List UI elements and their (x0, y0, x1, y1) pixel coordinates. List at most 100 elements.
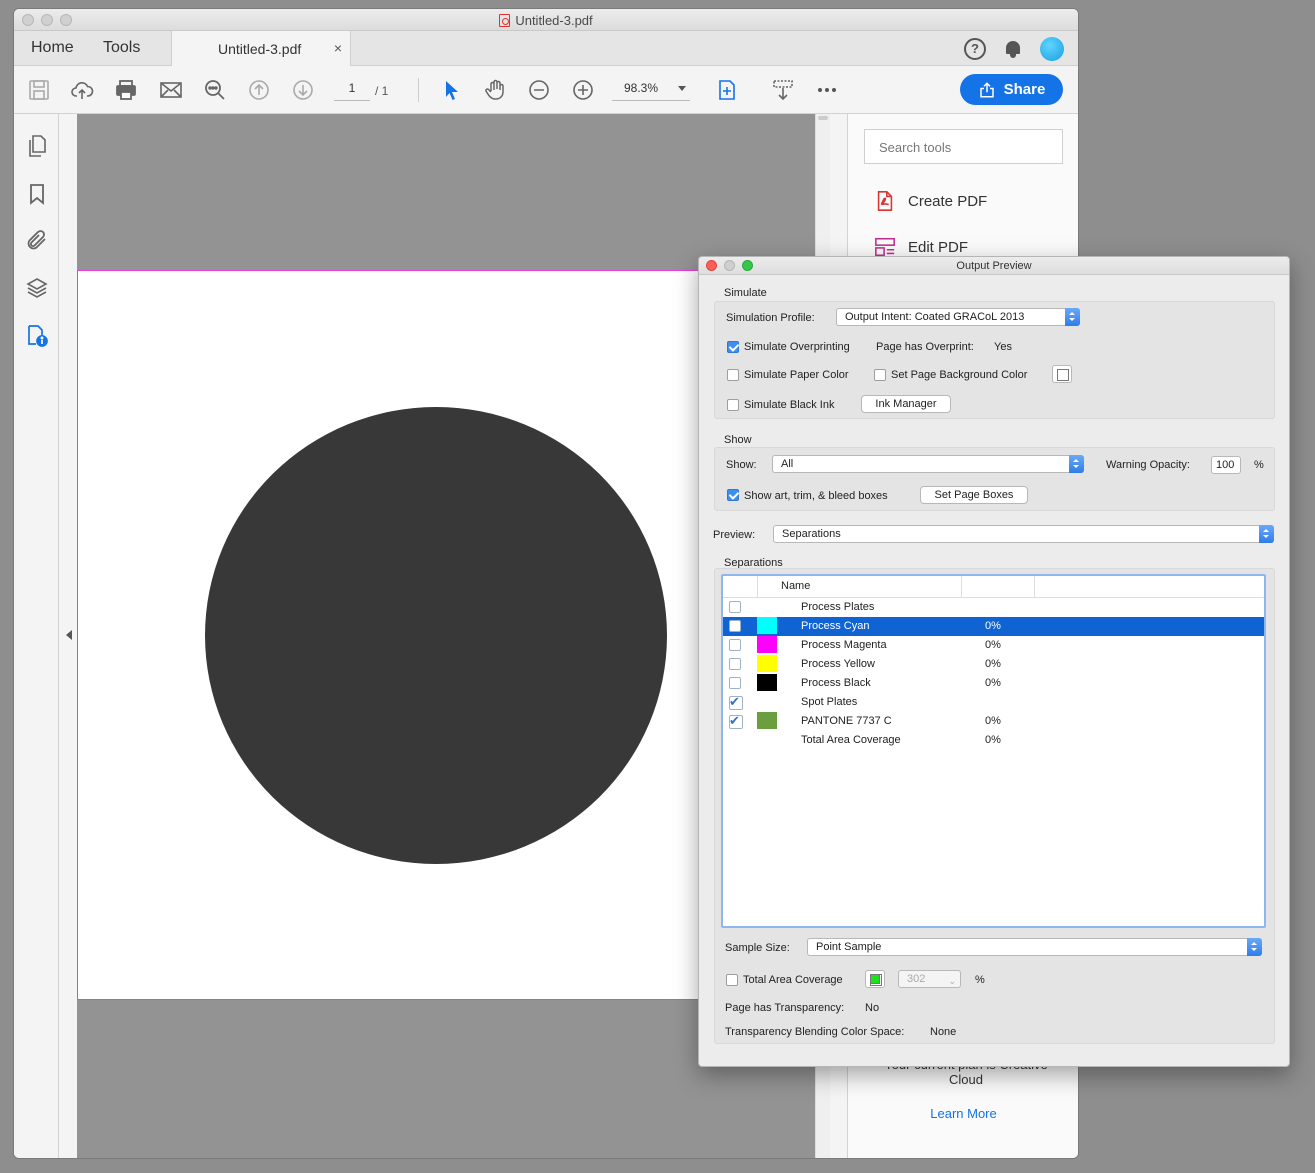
preview-select[interactable]: Separations (773, 525, 1274, 543)
layers-icon[interactable] (25, 276, 49, 300)
separation-coverage-percent: 0% (985, 715, 1001, 727)
notifications-bell-icon[interactable] (1004, 39, 1022, 59)
warning-opacity-input[interactable]: 100 (1211, 456, 1241, 474)
tab-home[interactable]: Home (31, 39, 74, 57)
separation-row[interactable]: Total Area Coverage 0% (723, 731, 1264, 750)
attachments-paperclip-icon[interactable] (25, 228, 49, 252)
next-page-icon[interactable] (291, 78, 315, 102)
separation-color-swatch (757, 617, 777, 634)
show-section-label: Show (724, 434, 752, 446)
separation-row[interactable]: Process Cyan 0% (723, 617, 1264, 636)
separation-row[interactable]: Process Magenta 0% (723, 636, 1264, 655)
dark-circle-artwork (205, 407, 667, 864)
page-number-input[interactable]: 1 (334, 81, 370, 101)
page-background-color-swatch[interactable] (1052, 365, 1072, 383)
tab-document[interactable]: Untitled-3.pdf × (171, 31, 351, 66)
separation-checkbox[interactable] (729, 658, 741, 670)
page-thumbnails-icon[interactable] (25, 134, 49, 158)
dialog-close-button[interactable] (706, 260, 717, 271)
select-stepper-icon (1247, 938, 1262, 956)
separation-name: Process Cyan (801, 620, 870, 632)
more-options-icon[interactable] (815, 78, 839, 102)
sample-size-select[interactable]: Point Sample (807, 938, 1262, 956)
checkmark-icon: ✔ (729, 694, 740, 709)
separation-color-swatch (757, 674, 777, 691)
previous-page-icon[interactable] (247, 78, 271, 102)
find-text-icon[interactable] (203, 78, 227, 102)
separation-row[interactable]: Process Black 0% (723, 674, 1264, 693)
show-boxes-checkbox[interactable] (727, 489, 739, 501)
learn-more-link[interactable]: Learn More (848, 1106, 1078, 1121)
dialog-zoom-button[interactable] (742, 260, 753, 271)
total-area-coverage-swatch[interactable] (865, 970, 885, 988)
simulation-profile-label: Simulation Profile: (726, 312, 815, 324)
scrollbar-thumb[interactable] (818, 116, 828, 120)
dialog-minimize-button[interactable] (724, 260, 735, 271)
chevron-down-icon: ⌄ (948, 976, 956, 986)
save-icon[interactable] (27, 78, 51, 102)
separation-checkbox[interactable] (729, 601, 741, 613)
total-area-coverage-checkbox[interactable] (726, 974, 738, 986)
show-select[interactable]: All (772, 455, 1084, 473)
separation-coverage-percent: 0% (985, 620, 1001, 632)
email-icon[interactable] (159, 78, 183, 102)
separation-name: Spot Plates (801, 696, 858, 708)
warning-opacity-percent: % (1254, 459, 1264, 471)
help-icon[interactable]: ? (964, 38, 986, 60)
create-pdf-icon (877, 191, 893, 211)
separation-row[interactable]: Process Plates (723, 598, 1264, 617)
zoom-out-icon[interactable] (527, 78, 551, 102)
select-arrow-icon[interactable] (440, 78, 464, 102)
page-has-overprint-label: Page has Overprint: (876, 341, 974, 353)
page-fit-icon[interactable] (715, 78, 748, 102)
separation-checkbox-checked[interactable]: ✔ (729, 694, 743, 710)
output-preview-dialog: Output Preview Simulate Simulation Profi… (698, 256, 1290, 1067)
tool-edit-pdf[interactable]: Edit PDF (874, 236, 968, 258)
sample-size-label: Sample Size: (725, 942, 790, 954)
title-bar: Untitled-3.pdf (14, 9, 1078, 31)
document-properties-icon[interactable] (25, 324, 49, 348)
total-area-coverage-value-select[interactable]: 302 ⌄ (898, 970, 961, 988)
scroll-mode-icon[interactable] (771, 78, 795, 102)
column-header-name[interactable]: Name (781, 580, 810, 592)
simulate-paper-color-checkbox[interactable] (727, 369, 739, 381)
close-tab-icon[interactable]: × (334, 40, 342, 56)
simulate-paper-color-label: Simulate Paper Color (744, 369, 849, 381)
simulate-black-ink-checkbox[interactable] (727, 399, 739, 411)
simulation-profile-select[interactable]: Output Intent: Coated GRACoL 2013 (836, 308, 1080, 326)
separation-coverage-percent: 0% (985, 658, 1001, 670)
hand-tool-icon[interactable] (483, 78, 507, 102)
simulate-overprinting-checkbox[interactable] (727, 341, 739, 353)
zoom-in-icon[interactable] (571, 78, 595, 102)
tab-tools[interactable]: Tools (103, 39, 140, 57)
separation-row[interactable]: ✔ Spot Plates (723, 693, 1264, 712)
simulate-black-ink-label: Simulate Black Ink (744, 399, 835, 411)
collapse-panel-arrow-icon[interactable] (66, 630, 72, 640)
separation-checkbox[interactable] (729, 677, 741, 689)
upload-cloud-icon[interactable] (70, 78, 94, 102)
avatar[interactable] (1040, 37, 1064, 61)
bookmarks-icon[interactable] (25, 182, 49, 206)
separation-row[interactable]: ✔ PANTONE 7737 C 0% (723, 712, 1264, 731)
separation-checkbox[interactable] (729, 620, 741, 632)
set-page-boxes-button[interactable]: Set Page Boxes (920, 486, 1028, 504)
separation-checkbox-checked[interactable]: ✔ (729, 713, 743, 729)
column-divider (961, 576, 962, 598)
blending-color-space-label: Transparency Blending Color Space: (725, 1026, 905, 1038)
separation-row[interactable]: Process Yellow 0% (723, 655, 1264, 674)
tool-create-pdf[interactable]: Create PDF (874, 190, 987, 212)
print-icon[interactable] (114, 78, 138, 102)
set-page-background-color-checkbox[interactable] (874, 369, 886, 381)
share-button[interactable]: Share (960, 74, 1063, 105)
separation-checkbox[interactable] (729, 639, 741, 651)
separation-name: Process Plates (801, 601, 875, 613)
separations-table[interactable]: Name Process Plates Process Cyan 0% Process… (721, 574, 1266, 928)
pdf-file-icon (499, 14, 511, 27)
warning-opacity-label: Warning Opacity: (1106, 459, 1190, 471)
document-tab-label: Untitled-3.pdf (218, 41, 302, 57)
select-stepper-icon (1259, 525, 1274, 543)
ink-manager-button[interactable]: Ink Manager (861, 395, 951, 413)
search-tools-input[interactable]: Search tools (864, 129, 1063, 164)
zoom-level-select[interactable]: 98.3% (612, 81, 690, 101)
separation-name: Process Yellow (801, 658, 875, 670)
